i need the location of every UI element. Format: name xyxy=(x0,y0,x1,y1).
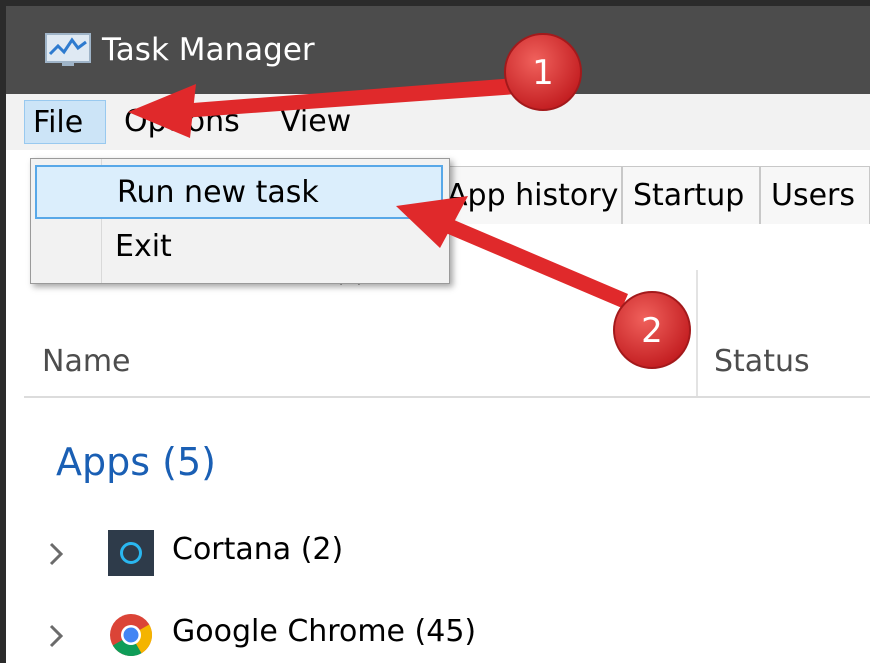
expand-chevron-icon[interactable] xyxy=(48,540,64,568)
process-name: Cortana (2) xyxy=(172,532,344,567)
cortana-icon xyxy=(108,530,154,576)
tab-users[interactable]: Users xyxy=(760,166,870,224)
title-bar[interactable]: Task Manager xyxy=(6,6,870,94)
process-row[interactable]: Cortana (2) xyxy=(24,518,870,588)
menu-item-exit[interactable]: Exit xyxy=(35,221,443,275)
file-menu-dropdown: Run new task Exit xyxy=(30,158,450,284)
process-row[interactable]: Google Chrome (45) xyxy=(24,600,870,663)
process-name: Google Chrome (45) xyxy=(172,614,477,649)
group-heading-apps: Apps (5) xyxy=(56,440,216,484)
menu-item-run-new-task[interactable]: Run new task xyxy=(35,165,443,219)
menu-file[interactable]: File xyxy=(24,100,106,144)
window-title: Task Manager xyxy=(102,32,315,68)
menu-options[interactable]: Options xyxy=(116,100,248,144)
column-header-status[interactable]: Status xyxy=(714,344,810,379)
menu-view[interactable]: View xyxy=(272,100,359,144)
task-manager-icon xyxy=(45,33,91,66)
column-header-row: Name Status xyxy=(24,270,870,398)
chrome-icon xyxy=(110,614,153,657)
task-manager-window: Task Manager File Options View App histo… xyxy=(6,6,870,663)
menu-bar: File Options View xyxy=(6,94,870,150)
column-divider[interactable] xyxy=(696,270,698,396)
tab-app-history[interactable]: App history xyxy=(436,166,622,224)
expand-chevron-icon[interactable] xyxy=(48,622,64,650)
tab-startup[interactable]: Startup xyxy=(622,166,760,224)
column-header-name[interactable]: Name xyxy=(42,344,131,379)
